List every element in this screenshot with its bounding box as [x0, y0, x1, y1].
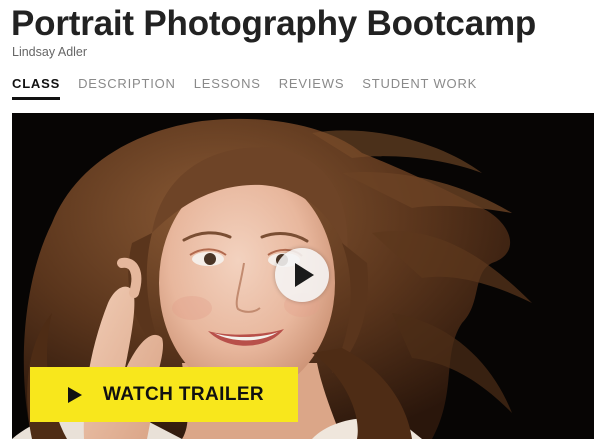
tab-lessons[interactable]: LESSONS	[194, 76, 261, 100]
play-button[interactable]	[275, 248, 329, 302]
play-icon	[295, 263, 314, 287]
course-title: Portrait Photography Bootcamp	[11, 4, 537, 43]
watch-trailer-label: WATCH TRAILER	[103, 383, 265, 405]
play-icon	[68, 386, 82, 403]
tab-student-work[interactable]: STUDENT WORK	[362, 76, 477, 100]
video-player[interactable]: WATCH TRAILER	[12, 113, 594, 439]
course-tabs: CLASS DESCRIPTION LESSONS REVIEWS STUDEN…	[12, 76, 495, 100]
tab-reviews[interactable]: REVIEWS	[279, 76, 345, 100]
tab-class[interactable]: CLASS	[12, 76, 61, 100]
tab-description[interactable]: DESCRIPTION	[78, 76, 176, 100]
watch-trailer-button[interactable]: WATCH TRAILER	[30, 367, 298, 422]
instructor-name[interactable]: Lindsay Adler	[12, 44, 87, 60]
